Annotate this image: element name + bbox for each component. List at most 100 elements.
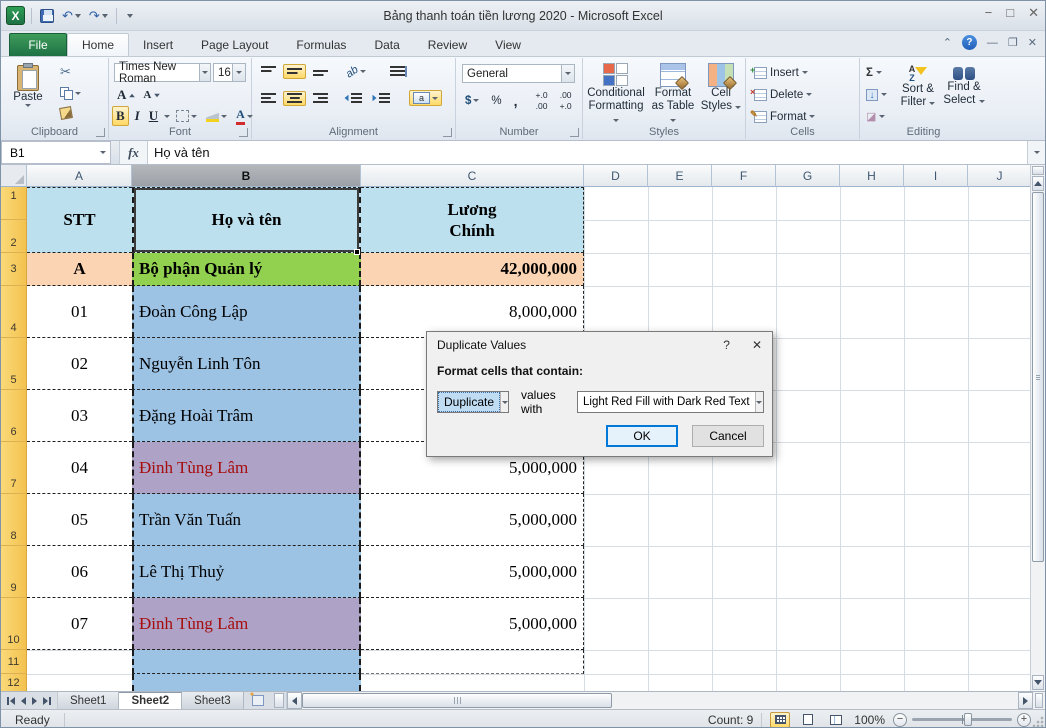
column-header-b[interactable]: B — [132, 165, 361, 187]
font-name-combo[interactable]: Times New Roman — [114, 63, 211, 82]
conditional-formatting-button[interactable]: ConditionalFormatting — [585, 60, 647, 127]
minimize-button[interactable]: − — [985, 5, 993, 21]
cell-a6[interactable]: 03 — [27, 390, 132, 442]
name-box[interactable]: B1 — [1, 141, 111, 164]
number-dialog-launcher[interactable] — [570, 128, 579, 137]
cancel-button[interactable]: Cancel — [692, 425, 764, 447]
format-cells-button[interactable]: ✎Format — [754, 107, 815, 126]
column-header-e[interactable]: E — [648, 165, 712, 187]
row-header-5[interactable]: 5 — [1, 338, 27, 390]
font-size-combo[interactable]: 16 — [213, 63, 246, 82]
row-header-8[interactable]: 8 — [1, 494, 27, 546]
row-header-2[interactable]: 2 — [1, 220, 27, 253]
tab-formulas[interactable]: Formulas — [282, 33, 360, 56]
row-header-4[interactable]: 4 — [1, 286, 27, 338]
workbook-restore-icon[interactable]: ❐ — [1008, 36, 1018, 49]
close-button[interactable]: ✕ — [1028, 5, 1039, 21]
scroll-down-button[interactable] — [1032, 675, 1044, 690]
column-header-j[interactable]: J — [968, 165, 1032, 187]
cell-c10[interactable]: 5,000,000 — [361, 598, 584, 650]
excel-logo-icon[interactable]: X — [6, 6, 25, 25]
row-header-10[interactable]: 10 — [1, 598, 27, 650]
bold-button[interactable]: B — [112, 106, 129, 126]
autosum-button[interactable]: Σ — [866, 63, 887, 82]
row-header-7[interactable]: 7 — [1, 442, 27, 494]
tab-insert[interactable]: Insert — [129, 33, 187, 56]
grow-font-button[interactable]: A — [114, 86, 139, 104]
format-as-table-button[interactable]: Formatas Table — [649, 60, 697, 127]
zoom-in-button[interactable]: + — [1017, 713, 1031, 727]
expand-formula-bar-button[interactable] — [1027, 141, 1045, 164]
sheet-tab-sheet1[interactable]: Sheet1 — [58, 692, 119, 709]
vertical-split-handle[interactable] — [1032, 166, 1044, 175]
cell-c11[interactable] — [361, 650, 584, 674]
row-header-6[interactable]: 6 — [1, 390, 27, 442]
cell-b11[interactable] — [132, 650, 361, 674]
fill-handle[interactable] — [354, 249, 360, 255]
combo-dropdown-arrow[interactable] — [500, 392, 508, 412]
zoom-slider-track[interactable] — [912, 718, 1012, 721]
insert-worksheet-button[interactable] — [244, 692, 272, 709]
horizontal-scroll-thumb[interactable] — [302, 693, 612, 708]
cell-b7-duplicate[interactable]: Đinh Tùng Lâm — [132, 442, 361, 494]
align-right-button[interactable] — [310, 92, 331, 105]
merge-center-dropdown-arrow[interactable] — [432, 97, 438, 100]
row-header-11[interactable]: 11 — [1, 650, 27, 674]
select-all-corner[interactable] — [1, 165, 27, 187]
percent-style-button[interactable]: % — [488, 94, 504, 108]
italic-button[interactable]: I — [132, 107, 143, 125]
paste-dropdown-arrow[interactable] — [25, 104, 31, 107]
row-header-9[interactable]: 9 — [1, 546, 27, 598]
increase-indent-button[interactable] — [369, 92, 393, 105]
underline-dropdown-arrow[interactable] — [164, 115, 170, 118]
row-header-3[interactable]: 3 — [1, 253, 27, 286]
copy-dropdown-arrow[interactable] — [75, 92, 81, 95]
merge-center-button[interactable]: a — [409, 90, 442, 106]
number-format-combo[interactable]: General — [462, 64, 575, 83]
font-dialog-launcher[interactable] — [239, 128, 248, 137]
scroll-up-button[interactable] — [1032, 176, 1044, 191]
cell-b3[interactable]: Bộ phận Quản lý — [132, 253, 361, 286]
tab-view[interactable]: View — [481, 33, 535, 56]
cell-c8[interactable]: 5,000,000 — [361, 494, 584, 546]
cell-b10-duplicate[interactable]: Đinh Tùng Lâm — [132, 598, 361, 650]
sheet-tab-sheet3[interactable]: Sheet3 — [182, 692, 243, 709]
save-button[interactable] — [38, 6, 56, 26]
cell-b4[interactable]: Đoàn Công Lập — [132, 286, 361, 338]
undo-dropdown-arrow[interactable] — [75, 14, 81, 18]
workbook-minimize-icon[interactable]: — — [987, 37, 998, 49]
increase-decimal-button[interactable]: +.0.00 — [533, 90, 551, 111]
cell-b6[interactable]: Đặng Hoài Trâm — [132, 390, 361, 442]
tab-page-layout[interactable]: Page Layout — [187, 33, 282, 56]
previous-sheet-button[interactable] — [21, 697, 26, 705]
cell-b9[interactable]: Lê Thị Thuỷ — [132, 546, 361, 598]
shrink-font-button[interactable]: A — [140, 86, 164, 104]
tab-data[interactable]: Data — [360, 33, 413, 56]
align-left-button[interactable] — [258, 92, 279, 105]
orientation-button[interactable]: ab — [343, 65, 369, 79]
row-header-12[interactable]: 12 — [1, 674, 27, 691]
cell-styles-button[interactable]: CellStyles — [699, 60, 743, 113]
paste-button[interactable]: Paste — [7, 62, 49, 107]
scroll-right-button[interactable] — [1018, 692, 1033, 709]
cell-a4[interactable]: 01 — [27, 286, 132, 338]
column-header-c[interactable]: C — [361, 165, 584, 187]
fill-color-button[interactable] — [203, 109, 230, 123]
page-layout-view-button[interactable] — [798, 712, 818, 728]
resize-grip[interactable] — [1032, 716, 1044, 728]
redo-button[interactable]: ↷ — [87, 6, 110, 26]
align-top-button[interactable] — [258, 65, 279, 78]
sort-filter-button[interactable]: AZ Sort &Filter — [896, 62, 940, 109]
column-header-h[interactable]: H — [840, 165, 904, 187]
cell-b8[interactable]: Trần Văn Tuấn — [132, 494, 361, 546]
customize-qat-button[interactable] — [123, 6, 135, 26]
borders-button[interactable] — [173, 109, 200, 123]
duplicate-type-combo[interactable]: Duplicate — [437, 391, 509, 413]
format-style-combo[interactable]: Light Red Fill with Dark Red Text — [577, 391, 764, 413]
wrap-text-button[interactable] — [387, 65, 410, 78]
cell-b1-name-header-active[interactable]: Họ và tên — [132, 187, 361, 253]
cell-a5[interactable]: 02 — [27, 338, 132, 390]
vertical-scroll-thumb[interactable] — [1032, 192, 1044, 562]
column-header-a[interactable]: A — [27, 165, 132, 187]
accounting-format-button[interactable]: $ — [462, 94, 482, 108]
